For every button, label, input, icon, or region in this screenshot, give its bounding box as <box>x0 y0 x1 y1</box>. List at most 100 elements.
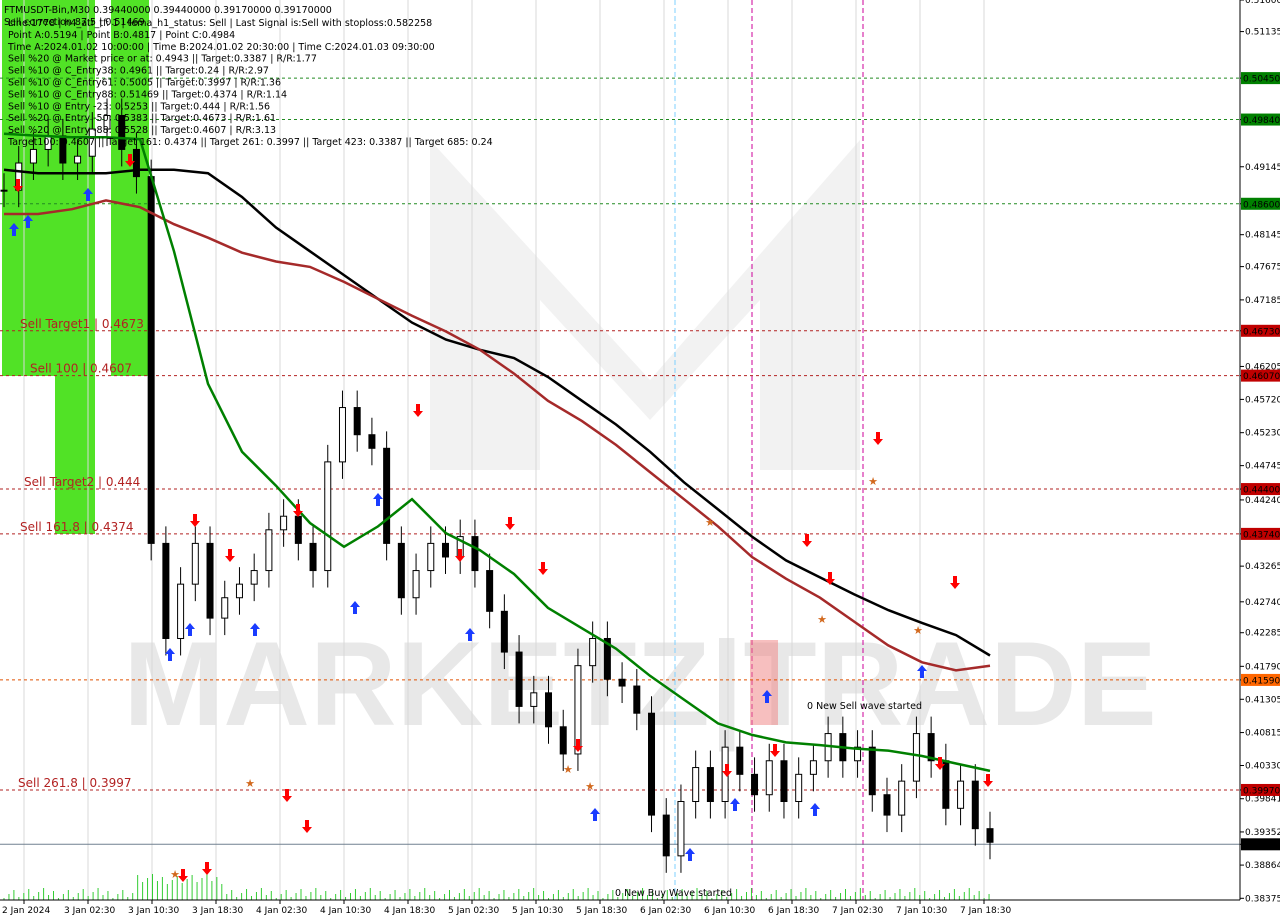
x-tick-label: 7 Jan 10:30 <box>896 906 948 916</box>
extra-price-tag: 0.41590 <box>1243 676 1280 686</box>
y-tick-label: 0.42740 <box>1245 598 1280 608</box>
y-tick-label: 0.38864 <box>1245 861 1280 871</box>
watermark-text: MARKETZ|TRADE <box>123 617 1156 752</box>
y-tick-label: 0.49145 <box>1245 163 1280 173</box>
symbol-line: FTMUSDT-Bin,M30 0.39440000 0.39440000 0.… <box>4 5 332 16</box>
candle-body <box>795 773 803 803</box>
sell-level-label: Sell 261.8 | 0.3997 <box>18 776 132 790</box>
x-tick-label: 3 Jan 18:30 <box>192 906 244 916</box>
info-line: Line:1778 | h4_atr_tf: 1 | tema_h1_statu… <box>8 18 432 29</box>
watermark-accent <box>750 640 778 725</box>
x-tick-label: 5 Jan 10:30 <box>512 906 564 916</box>
info-line: Sell %10 @ C_Entry61: 0.5005 || Target:0… <box>8 78 281 89</box>
candle-body <box>441 542 449 558</box>
x-tick-label: 6 Jan 18:30 <box>768 906 820 916</box>
x-tick-label: 4 Jan 18:30 <box>384 906 436 916</box>
candle-body <box>177 583 185 639</box>
current-price-tag: 0.39170 <box>1243 841 1280 851</box>
price-chart[interactable]: MARKETZ|TRADE Sell Target1 | 0.4673 Sell 1… <box>0 0 1280 920</box>
star-marker-icon: ★ <box>170 868 180 881</box>
chart-container[interactable]: MARKETZ|TRADE Sell Target1 | 0.4673 Sell 1… <box>0 0 1280 920</box>
candle-body <box>662 814 670 857</box>
candle-body <box>971 780 979 830</box>
level-price-tag: 0.46070 <box>1243 372 1280 382</box>
candle-body <box>883 794 891 816</box>
candle-body <box>912 733 920 782</box>
candle-body <box>486 570 494 612</box>
candle-body <box>706 767 714 803</box>
x-tick-label: 7 Jan 18:30 <box>960 906 1012 916</box>
candle-body <box>942 760 950 809</box>
y-tick-label: 0.43265 <box>1245 562 1280 572</box>
candle-body <box>383 447 391 544</box>
x-tick-label: 4 Jan 02:30 <box>256 906 308 916</box>
candle-body <box>132 148 140 178</box>
sell-level-label: Sell 100 | 0.4607 <box>30 362 132 376</box>
y-tick-label: 0.41305 <box>1245 695 1280 705</box>
candle-body <box>898 780 906 816</box>
level-price-tag: 0.44400 <box>1243 486 1280 496</box>
y-tick-label: 0.40330 <box>1245 762 1280 772</box>
candle-body <box>147 176 155 544</box>
candle-body <box>221 597 229 619</box>
candle-body <box>648 712 656 816</box>
green-price-tag: 0.50450 <box>1243 75 1280 85</box>
y-tick-label: 0.42285 <box>1245 629 1280 639</box>
candle-body <box>500 610 508 653</box>
info-line: Target100: 0.4607 || Target 161: 0.4374 … <box>7 137 493 148</box>
candle-body <box>868 746 876 796</box>
candle-body <box>309 542 317 572</box>
y-tick-label: 0.39352 <box>1245 828 1280 838</box>
star-marker-icon: ★ <box>585 780 595 793</box>
green-price-tag: 0.49840 <box>1243 116 1280 126</box>
candle-body <box>751 773 759 796</box>
star-marker-icon: ★ <box>913 624 923 637</box>
x-tick-label: 5 Jan 18:30 <box>576 906 628 916</box>
sell-level-label: Sell 161.8 | 0.4374 <box>20 520 134 534</box>
star-marker-icon: ★ <box>817 613 827 626</box>
candle-body <box>250 570 258 585</box>
candle-body <box>74 155 82 164</box>
candle-body <box>397 542 405 599</box>
y-tick-label: 0.44240 <box>1245 496 1280 506</box>
info-line: Sell %20 @ Market price or at: 0.4943 ||… <box>8 54 317 65</box>
x-tick-label: 7 Jan 02:30 <box>832 906 884 916</box>
star-marker-icon: ★ <box>705 516 715 529</box>
candle-body <box>515 651 523 707</box>
info-line: Sell %10 @ C_Entry88: 0.51469 || Target:… <box>8 89 287 100</box>
candle-body <box>162 542 170 639</box>
info-line: Sell %10 @ C_Entry38: 0.4961 || Target:0… <box>8 66 269 77</box>
info-line: Time A:2024.01.02 10:00:00 | Time B:2024… <box>7 42 435 53</box>
new-buy-wave-text: 0 New Buy Wave started <box>615 888 732 899</box>
candle-body <box>324 461 332 572</box>
candle-body <box>294 515 302 544</box>
y-tick-label: 0.41790 <box>1245 662 1280 672</box>
info-line: Sell %20 @ Entry -50: 0.5383 || Target:0… <box>8 113 276 124</box>
y-tick-label: 0.48145 <box>1245 231 1280 241</box>
candle-body <box>809 760 817 775</box>
y-tick-label: 0.51135 <box>1245 28 1280 38</box>
x-tick-label: 3 Jan 02:30 <box>64 906 116 916</box>
star-marker-icon: ★ <box>245 777 255 790</box>
candle-body <box>368 434 376 449</box>
y-tick-label: 0.47675 <box>1245 263 1280 273</box>
candle-body <box>235 583 243 599</box>
candle-body <box>986 828 994 843</box>
new-sell-wave-text: 0 New Sell wave started <box>807 701 922 712</box>
x-tick-label: 6 Jan 10:30 <box>704 906 756 916</box>
y-tick-label: 0.45720 <box>1245 395 1280 405</box>
y-tick-label: 0.45230 <box>1245 429 1280 439</box>
y-tick-label: 0.47185 <box>1245 296 1280 306</box>
candle-body <box>765 760 773 796</box>
candle-body <box>471 536 479 572</box>
candle-body <box>280 515 288 531</box>
candle-body <box>589 637 597 667</box>
green-price-tag: 0.48600 <box>1243 200 1280 210</box>
sell-level-label: Sell Target1 | 0.4673 <box>20 317 144 331</box>
y-tick-label: 0.51600 <box>1245 0 1280 6</box>
candle-body <box>559 726 567 755</box>
candle-body <box>353 407 361 436</box>
candle-body <box>957 780 965 809</box>
level-price-tag: 0.43740 <box>1243 530 1280 540</box>
x-tick-label: 3 Jan 10:30 <box>128 906 180 916</box>
